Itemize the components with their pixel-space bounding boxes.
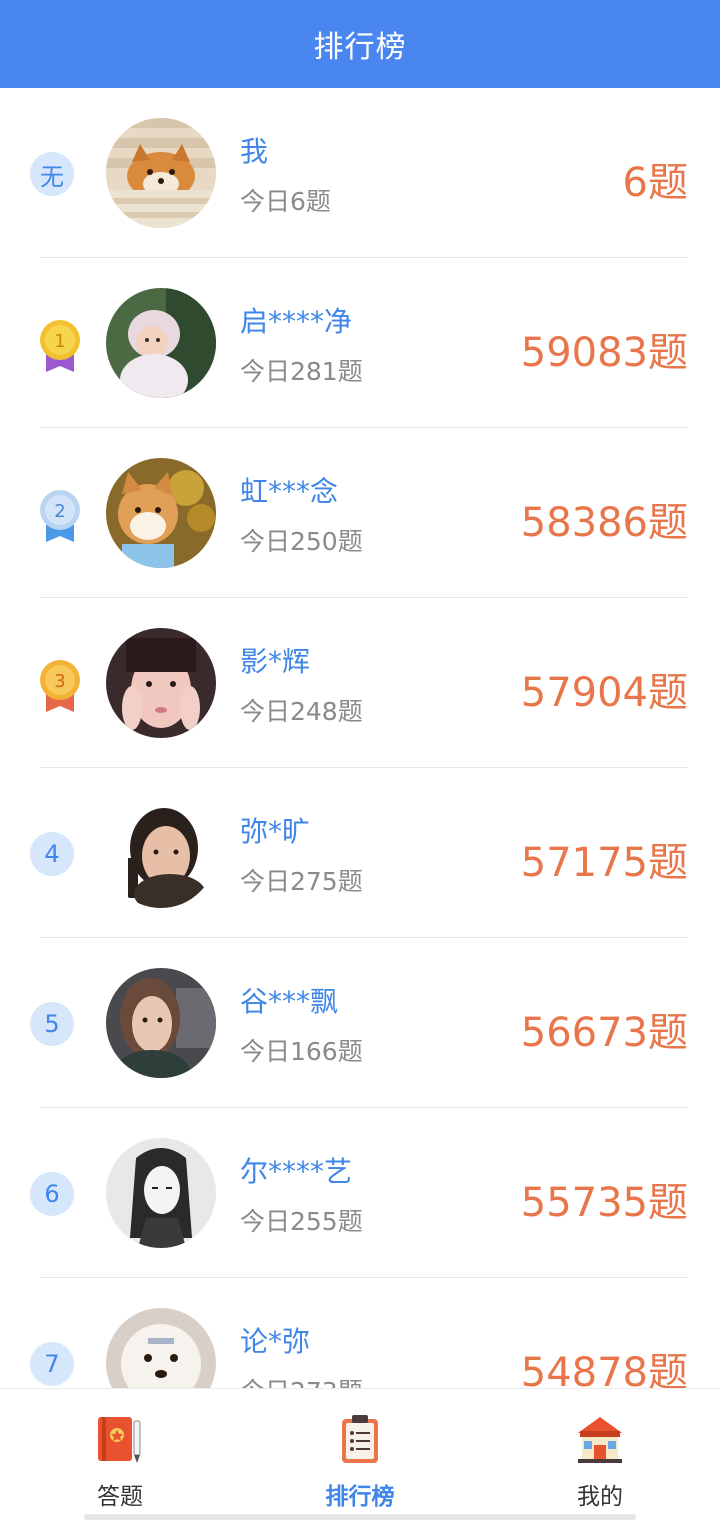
user-name: 虹***念 [240, 475, 339, 508]
quiz-book-icon [98, 1417, 141, 1463]
medal-number: 1 [54, 331, 65, 352]
user-name: 弥*旷 [240, 815, 311, 848]
leaderboard-row[interactable]: 2 虹***念 今日250题 58386题 [0, 428, 720, 598]
leaderboard-list[interactable]: 无 我 今日6题 6题 1 启****净 今日281题 59083题 2 虹**… [0, 88, 720, 1388]
today-count: 今日273题 [240, 1372, 363, 1388]
rank-badge: 6 [30, 1172, 74, 1216]
home-indicator [84, 1514, 636, 1520]
leaderboard-row[interactable]: 3 影*辉 今日248题 57904题 [0, 598, 720, 768]
girl-braids-avatar [106, 798, 216, 908]
home-house-icon [578, 1417, 622, 1463]
rank-badge: 5 [30, 1002, 74, 1046]
total-score: 6题 [622, 160, 688, 206]
anime-drawing-avatar [106, 1138, 216, 1248]
total-score: 56673题 [520, 1010, 688, 1056]
today-count: 今日255题 [240, 1207, 363, 1236]
shiba-dog-blanket-avatar [106, 118, 216, 228]
woman-portrait-avatar [106, 968, 216, 1078]
bottom-tab-bar: 答题 排行榜 我的 [0, 1388, 720, 1520]
user-name: 尔****艺 [240, 1155, 353, 1188]
leaderboard-row[interactable]: 7 论*弥 今日273题 54878题 [0, 1278, 720, 1388]
page-title: 排行榜 [313, 30, 407, 65]
ranking-clipboard-icon [342, 1415, 378, 1463]
today-count: 今日275题 [240, 867, 363, 896]
tab-label: 我的 [577, 1484, 623, 1510]
total-score: 58386题 [520, 500, 688, 546]
total-score: 54878题 [520, 1350, 688, 1388]
today-count: 今日166题 [240, 1037, 363, 1066]
bronze-medal-icon: 3 [40, 660, 80, 712]
total-score: 59083题 [520, 330, 688, 376]
user-name: 论*弥 [240, 1325, 311, 1358]
medal-number: 2 [54, 501, 65, 522]
total-score: 57175题 [520, 840, 688, 886]
user-name: 影*辉 [240, 645, 311, 678]
leaderboard-row[interactable]: 4 弥*旷 今日275题 57175题 [0, 768, 720, 938]
today-count: 今日281题 [240, 357, 363, 386]
user-name: 我 [240, 135, 269, 168]
total-score: 55735题 [520, 1180, 688, 1226]
silver-medal-icon: 2 [40, 490, 80, 542]
medal-number: 3 [54, 671, 65, 692]
tab-ranking[interactable]: 排行榜 [240, 1389, 480, 1520]
today-count: 今日6题 [240, 187, 331, 216]
today-count: 今日250题 [240, 527, 363, 556]
gold-medal-icon: 1 [40, 320, 80, 372]
rank-badge-none: 无 [30, 152, 74, 196]
user-name: 谷***飘 [240, 985, 339, 1018]
app-header: 排行榜 [0, 0, 720, 88]
white-puppy-avatar [106, 1308, 216, 1388]
user-name: 启****净 [240, 305, 353, 338]
total-score: 57904题 [520, 670, 688, 716]
today-count: 今日248题 [240, 697, 363, 726]
leaderboard-row[interactable]: 5 谷***飘 今日166题 56673题 [0, 938, 720, 1108]
leaderboard-row-me[interactable]: 无 我 今日6题 6题 [0, 88, 720, 258]
tab-label: 排行榜 [325, 1484, 395, 1510]
baby-photo-avatar [106, 288, 216, 398]
leaderboard-row[interactable]: 1 启****净 今日281题 59083题 [0, 258, 720, 428]
tab-label: 答题 [97, 1484, 143, 1510]
tab-mine[interactable]: 我的 [480, 1389, 720, 1520]
rank-badge: 4 [30, 832, 74, 876]
rank-badge: 7 [30, 1342, 74, 1386]
shiba-dog-flowers-avatar [106, 458, 216, 568]
girl-portrait-avatar [106, 628, 216, 738]
tab-answer[interactable]: 答题 [0, 1389, 240, 1520]
leaderboard-row[interactable]: 6 尔****艺 今日255题 55735题 [0, 1108, 720, 1278]
